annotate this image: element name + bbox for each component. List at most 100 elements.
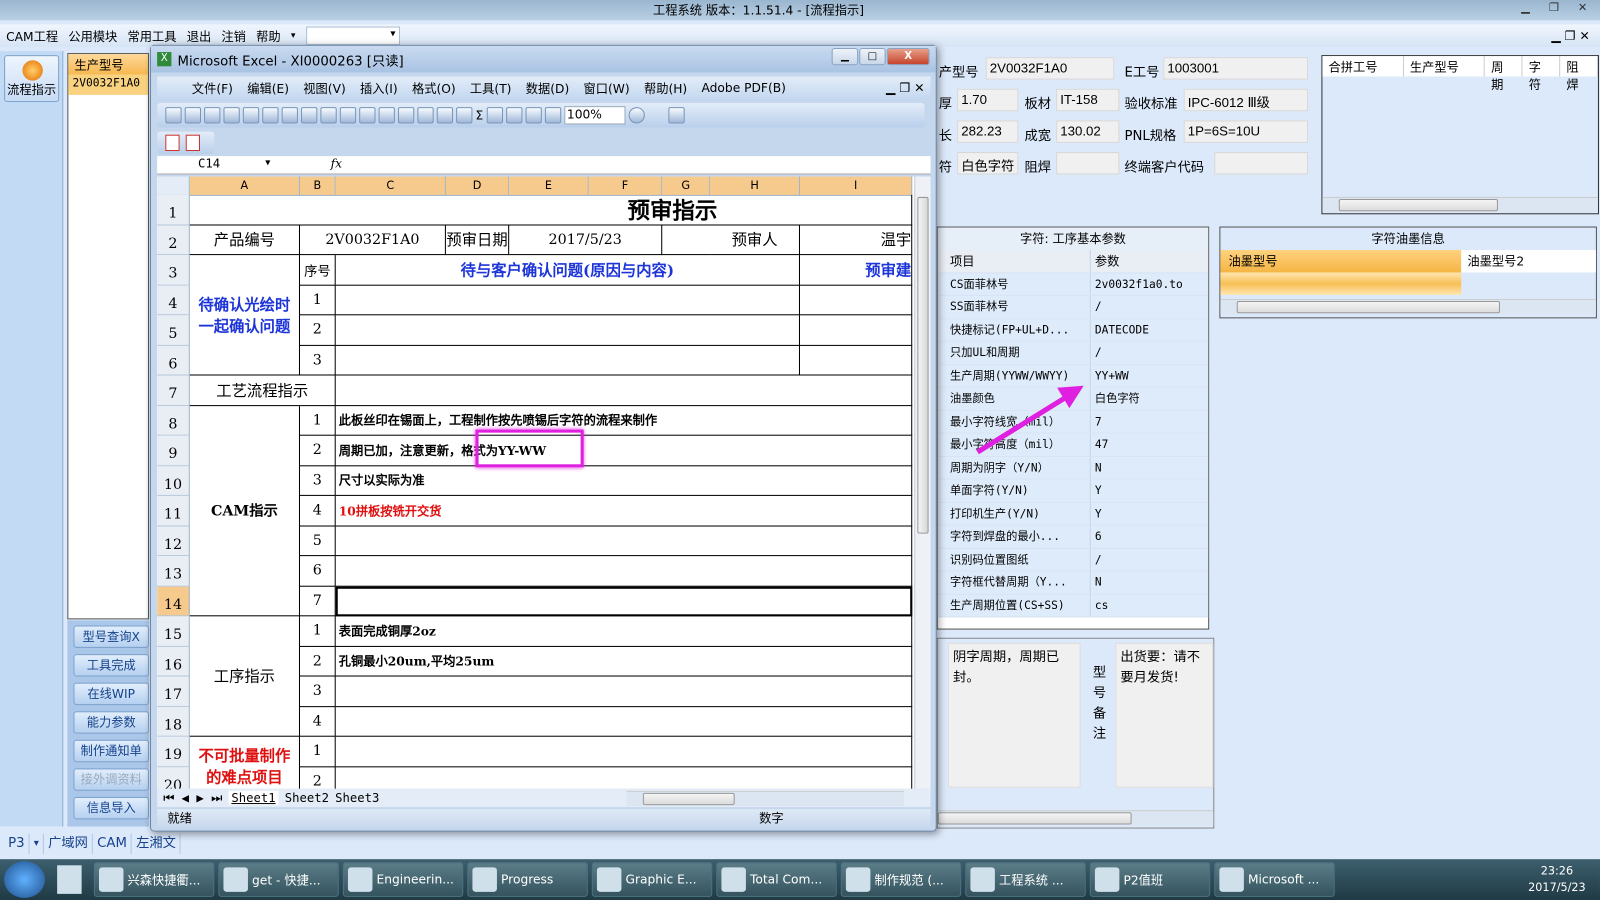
- online-wip-button[interactable]: 在线WIP: [73, 682, 149, 706]
- taskbar-item[interactable]: get - 快捷...: [218, 862, 339, 897]
- row-header[interactable]: 10: [157, 465, 190, 496]
- cell-date-label[interactable]: 预审日期: [445, 224, 510, 256]
- horizontal-scrollbar[interactable]: [626, 790, 905, 807]
- print-icon[interactable]: [262, 107, 279, 124]
- taskbar-item[interactable]: 工程系统 ...: [965, 862, 1086, 897]
- table-row[interactable]: 字符框代替周期（Y... N: [937, 571, 1209, 595]
- permission-icon[interactable]: [223, 107, 240, 124]
- row-header[interactable]: 18: [157, 706, 190, 737]
- maximize-button[interactable]: □: [859, 47, 886, 66]
- menu-tools[interactable]: 工具(T): [470, 79, 512, 96]
- cell[interactable]: [336, 766, 913, 789]
- model-list-header[interactable]: 生产型号: [68, 54, 148, 75]
- open-icon[interactable]: [184, 107, 202, 124]
- cell-reviewer[interactable]: 温宇: [799, 224, 913, 256]
- row-header[interactable]: 4: [157, 285, 190, 316]
- maximize-button[interactable]: ❐: [1541, 0, 1568, 16]
- cut-icon[interactable]: [339, 107, 357, 124]
- seq-cell[interactable]: 5: [299, 526, 336, 557]
- new-icon[interactable]: [165, 107, 182, 124]
- cell-date[interactable]: 2017/5/23: [509, 224, 663, 256]
- column-header[interactable]: B: [299, 176, 336, 196]
- cam-item-cell[interactable]: [335, 526, 913, 557]
- thickness-field[interactable]: 1.70: [957, 88, 1019, 112]
- taskbar-item[interactable]: 制作规范 (...: [840, 862, 962, 897]
- menu-help[interactable]: 帮助: [256, 27, 281, 44]
- row-header[interactable]: 7: [157, 375, 190, 406]
- row-header[interactable]: 3: [157, 255, 190, 286]
- table-row[interactable]: 打印机生产(Y/N) Y: [937, 502, 1209, 526]
- cell[interactable]: [335, 315, 800, 346]
- tab-sheet3[interactable]: Sheet3: [335, 791, 379, 805]
- horizontal-scrollbar[interactable]: [1322, 196, 1598, 213]
- menu-tools[interactable]: 常用工具: [128, 27, 177, 44]
- menu-logout[interactable]: 注销: [221, 27, 246, 44]
- pdf-icon[interactable]: [165, 134, 180, 152]
- table-row[interactable]: 只加UL和周期 /: [937, 341, 1209, 365]
- tab-p3[interactable]: P3: [0, 833, 30, 855]
- col-ink-model2[interactable]: 油墨型号2: [1461, 249, 1596, 273]
- seq-cell[interactable]: 2: [299, 435, 336, 466]
- taskbar-item[interactable]: Microsoft ...: [1214, 862, 1335, 897]
- col-item[interactable]: 项目: [938, 249, 1091, 272]
- row-header[interactable]: 15: [157, 616, 190, 647]
- chevron-down-icon[interactable]: ▾: [30, 833, 45, 855]
- menu-edit[interactable]: 编辑(E): [247, 79, 289, 96]
- column-header[interactable]: A: [189, 176, 300, 196]
- menu-help[interactable]: 帮助(H): [644, 79, 687, 96]
- col-mask[interactable]: 阻焊: [1560, 56, 1598, 92]
- tool-complete-button[interactable]: 工具完成: [73, 654, 149, 677]
- seq-cell[interactable]: 4: [299, 495, 336, 527]
- chart-icon[interactable]: [525, 107, 542, 124]
- width-field[interactable]: 130.02: [1056, 120, 1120, 143]
- tab-wan[interactable]: 广域网: [44, 833, 94, 855]
- row-header[interactable]: 11: [157, 495, 190, 527]
- sheet-nav-icon[interactable]: ⏮ ◀ ▶ ⏭: [163, 790, 222, 805]
- mask-field[interactable]: [1056, 152, 1120, 175]
- column-header[interactable]: D: [445, 176, 510, 196]
- seq-cell[interactable]: 1: [299, 405, 336, 436]
- column-header[interactable]: F: [588, 176, 663, 196]
- seq-cell[interactable]: 3: [299, 676, 336, 707]
- proc-item-cell[interactable]: [335, 676, 913, 707]
- seq-cell[interactable]: 2: [300, 766, 336, 789]
- cell-cam-label[interactable]: CAM指示: [189, 405, 300, 617]
- sheet-title[interactable]: 预审指示: [189, 194, 913, 225]
- table-row[interactable]: 单面字符(Y/N) Y: [937, 479, 1209, 503]
- email-icon[interactable]: [242, 107, 260, 124]
- cell-reviewer-label[interactable]: 预审人: [710, 224, 800, 256]
- table-row[interactable]: 识别码位置图纸 /: [937, 548, 1209, 572]
- cell-flow-label[interactable]: 工艺流程指示: [189, 375, 336, 406]
- mdi-window-controls[interactable]: ▁ ❐ ✕: [1551, 29, 1600, 43]
- tab-sheet1[interactable]: Sheet1: [228, 790, 279, 806]
- cell[interactable]: [799, 315, 913, 346]
- menu-view[interactable]: 视图(V): [303, 79, 345, 96]
- column-header[interactable]: G: [662, 176, 711, 196]
- close-button[interactable]: ✕: [1569, 0, 1596, 16]
- col-merge-no[interactable]: 合拼工号: [1322, 56, 1404, 77]
- cam-item-cell[interactable]: 尺寸以实际为准: [335, 465, 913, 496]
- column-header[interactable]: E: [509, 176, 589, 196]
- menu-adobe-pdf[interactable]: Adobe PDF(B): [701, 81, 785, 95]
- sort-asc-icon[interactable]: [486, 107, 503, 124]
- cell[interactable]: [335, 285, 800, 316]
- col-model[interactable]: 生产型号: [1404, 56, 1486, 77]
- model-query-button[interactable]: 型号查询X: [73, 625, 149, 648]
- row-header[interactable]: 5: [157, 315, 190, 346]
- row-header[interactable]: 6: [157, 345, 190, 376]
- paste-icon[interactable]: [378, 107, 395, 124]
- close-button[interactable]: X: [886, 47, 930, 66]
- cam-item-cell[interactable]: 周期已加，注意更新，格式为YY-WW: [335, 435, 913, 466]
- cam-item-cell[interactable]: 此板丝印在锡面上，工程制作按先喷锡后字符的流程来制作: [335, 405, 913, 436]
- column-header[interactable]: I: [799, 176, 913, 196]
- clock-date[interactable]: 2017/5/23: [1528, 880, 1586, 896]
- pdf-comment-icon[interactable]: [185, 134, 200, 152]
- format-painter-icon[interactable]: [397, 107, 415, 124]
- row-header[interactable]: 14: [157, 586, 190, 617]
- e-no-field[interactable]: 1003001: [1163, 57, 1309, 80]
- tab-sheet2[interactable]: Sheet2: [285, 791, 329, 805]
- save-icon[interactable]: [204, 107, 221, 124]
- doc-window-controls[interactable]: ▁ ❐ ✕: [886, 81, 931, 95]
- redo-icon[interactable]: [436, 107, 454, 124]
- char-field[interactable]: 白色字符: [957, 152, 1019, 175]
